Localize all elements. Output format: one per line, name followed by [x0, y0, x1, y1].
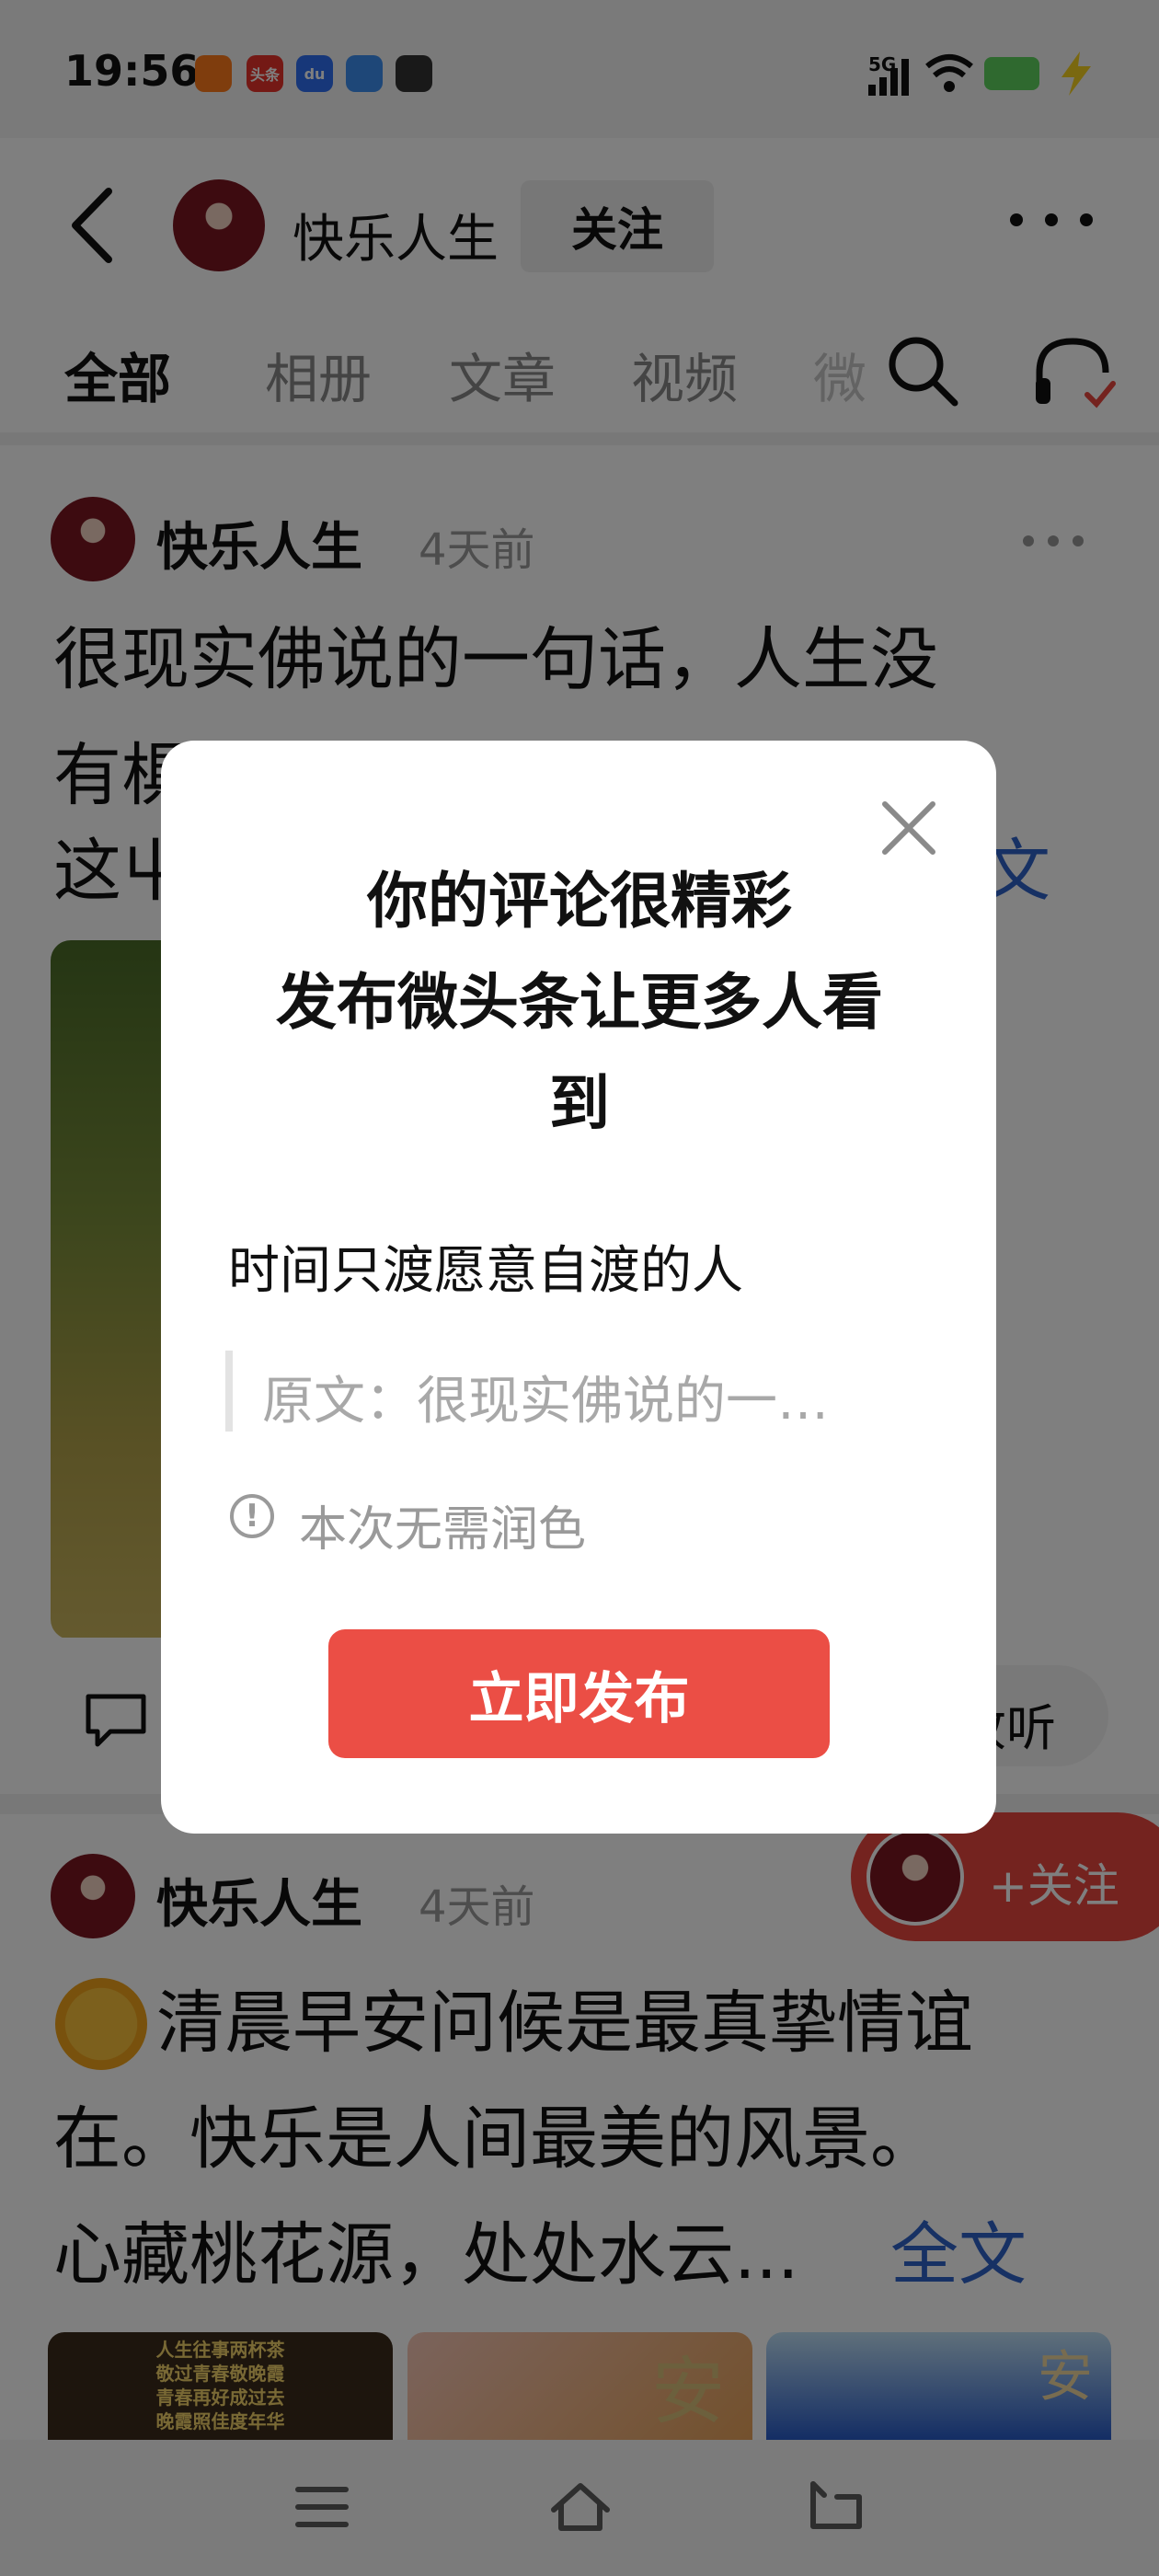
dialog-title-line: 到 — [549, 1068, 610, 1139]
dialog-title-line: 你的评论很精彩 — [367, 866, 792, 937]
info-icon: ! — [230, 1494, 274, 1538]
original-text: 原文：很现实佛说的一… — [262, 1372, 829, 1432]
home-icon[interactable] — [548, 2477, 613, 2536]
polish-hint: 本次无需润色 — [299, 1502, 587, 1558]
menu-icon[interactable] — [294, 2482, 350, 2532]
publish-button[interactable]: 立即发布 — [328, 1629, 830, 1758]
quote-bar — [225, 1351, 233, 1432]
dialog-title-line: 发布微头条让更多人看 — [276, 967, 883, 1038]
dialog-title: 你的评论很精彩 发布微头条让更多人看 到 — [193, 851, 966, 1155]
comment-text: 时间只渡愿意自渡的人 — [228, 1241, 743, 1301]
back-icon[interactable] — [806, 2477, 866, 2536]
